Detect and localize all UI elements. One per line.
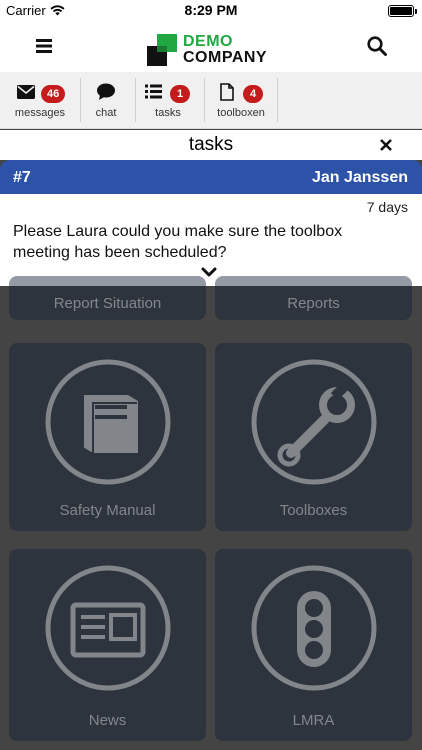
dashboard-tiles: Report Situation Reports Safety Manual T… (0, 276, 422, 750)
logo-line-1: DEMO (183, 33, 233, 50)
battery-tip (415, 9, 417, 14)
close-icon[interactable] (378, 137, 394, 153)
tile-news[interactable]: News (9, 549, 206, 741)
logo-text: DEMO COMPANY (183, 34, 267, 66)
nav-item-messages[interactable]: 46 messages (6, 72, 74, 129)
quick-nav-bar: 46 messages chat 1 tasks 4 toolboxen (0, 72, 422, 129)
list-icon (145, 84, 162, 99)
toolboxen-badge: 4 (243, 85, 263, 103)
tasks-panel-header: tasks (0, 130, 422, 160)
tile-lmra[interactable]: LMRA (215, 549, 412, 741)
app-header: DEMO COMPANY (0, 22, 422, 72)
company-logo: DEMO COMPANY (147, 34, 267, 66)
nav-divider (135, 78, 136, 122)
tile-label: News (88, 712, 127, 729)
tile-label: LMRA (292, 712, 335, 729)
battery-icon (388, 5, 414, 17)
status-bar: Carrier 8:29 PM (0, 0, 422, 22)
nav-label-toolboxen: toolboxen (217, 107, 265, 119)
envelope-icon (17, 85, 35, 99)
nav-divider (277, 78, 278, 122)
tasks-badge: 1 (170, 85, 190, 103)
document-icon (220, 83, 234, 101)
tile-safety-manual[interactable]: Safety Manual (9, 343, 206, 531)
logo-line-2: COMPANY (183, 49, 268, 66)
nav-item-tasks[interactable]: 1 tasks (137, 72, 199, 129)
task-age: 7 days (366, 199, 408, 215)
tile-label: Toolboxes (279, 502, 348, 519)
logo-mark-icon (147, 34, 177, 66)
nav-divider (204, 78, 205, 122)
newspaper-icon (45, 565, 170, 691)
nav-divider (80, 78, 81, 122)
tile-reports[interactable]: Reports (215, 276, 412, 320)
task-description: Please Laura could you make sure the too… (13, 223, 343, 261)
tile-label: Reports (287, 295, 340, 312)
search-icon[interactable] (366, 35, 388, 57)
nav-label-chat: chat (95, 107, 117, 119)
task-assignee: Jan Janssen (311, 169, 408, 186)
tile-label: Report Situation (53, 295, 162, 312)
task-card-header[interactable]: #7 Jan Janssen (0, 160, 422, 194)
tile-toolboxes[interactable]: Toolboxes (215, 343, 412, 531)
messages-badge: 46 (41, 85, 66, 103)
nav-item-chat[interactable]: chat (82, 72, 130, 129)
hamburger-menu-icon[interactable] (34, 36, 54, 56)
task-id: #7 (13, 169, 31, 186)
tile-report-situation[interactable]: Report Situation (9, 276, 206, 320)
chat-bubble-icon (97, 83, 115, 100)
nav-item-toolboxen[interactable]: 4 toolboxen (206, 72, 276, 129)
tasks-panel-title: tasks (188, 134, 234, 155)
task-card-body[interactable]: 7 days Please Laura could you make sure … (0, 194, 422, 286)
book-icon (45, 359, 170, 485)
traffic-light-icon (251, 565, 376, 691)
nav-label-messages: messages (14, 107, 66, 119)
nav-label-tasks: tasks (155, 107, 181, 119)
tile-label: Safety Manual (59, 502, 156, 519)
wrench-icon (251, 359, 376, 485)
clock: 8:29 PM (184, 2, 238, 18)
